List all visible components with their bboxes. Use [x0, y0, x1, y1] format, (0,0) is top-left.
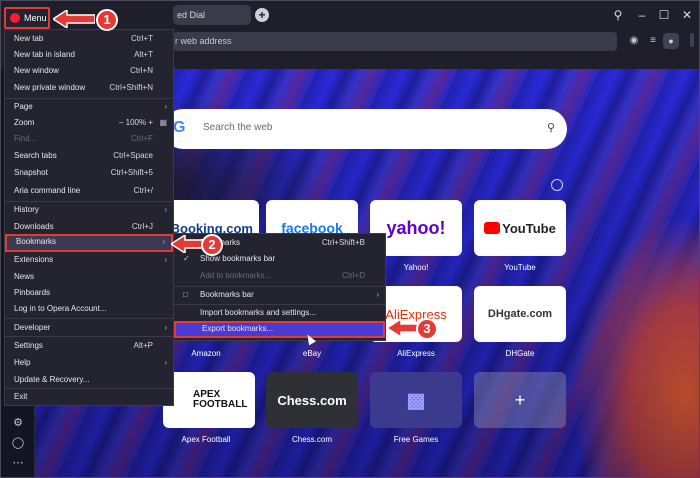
folder-icon: □ [183, 290, 188, 299]
lightbulb-icon[interactable]: ◯ [10, 435, 26, 451]
address-bar[interactable]: r web address [173, 32, 617, 51]
browser-window: ed Dial + ⚲ – ☐ ✕ r web address ◉ ≡ ● ⚙ … [0, 0, 700, 478]
search-tabs-icon[interactable]: ⚲ [610, 7, 626, 23]
maximize-icon[interactable]: ☐ [656, 7, 672, 23]
menu-separator [5, 336, 173, 337]
dhgate-logo: DHgate.com [487, 308, 553, 320]
main-menu: New tab Ctrl+T New tab in island Alt+T New… [4, 29, 174, 406]
dial-label-dhgate: DHGate [505, 349, 535, 358]
tab-speed-dial[interactable]: ed Dial [173, 5, 251, 25]
new-tab-button[interactable]: + [255, 8, 269, 22]
dial-label-ebay: eBay [302, 349, 322, 358]
dial-label-youtube: YouTube [504, 263, 536, 272]
menu-item-bookmarks[interactable]: Bookmarks › [5, 234, 173, 252]
dial-label-chess: Chess.com [291, 435, 332, 444]
add-speed-dial-button[interactable]: + [474, 372, 566, 428]
step-3-badge: 3 [416, 318, 438, 340]
menu-item-pinboards[interactable]: Pinboards [5, 285, 173, 301]
dial-label-apex-football: Apex Football [181, 435, 231, 444]
apex-football-logo: APEX FOOTBALL [193, 389, 248, 410]
menu-item-settings[interactable]: Settings Alt+P [5, 338, 173, 354]
menu-item-history[interactable]: History › [5, 202, 173, 218]
dial-label-free-games: Free Games [393, 435, 439, 444]
menu-item-exit[interactable]: Exit [5, 389, 173, 405]
menu-item-downloads[interactable]: Downloads Ctrl+J [5, 219, 173, 235]
speed-dial-dhgate[interactable]: DHgate.com [474, 286, 566, 342]
youtube-play-icon [484, 222, 501, 234]
menu-item-developer[interactable]: Developer › [5, 320, 173, 336]
plus-icon: + [514, 389, 526, 410]
speed-dial-youtube[interactable]: YouTube [474, 200, 566, 256]
opera-logo-icon [10, 13, 20, 23]
more-icon[interactable]: ⋯ [10, 455, 26, 471]
search-box[interactable]: G Search the web ⚲ [163, 109, 567, 149]
dial-label-aliexpress: AliExpress [397, 349, 435, 358]
chevron-right-icon: › [376, 290, 379, 299]
search-placeholder: Search the web [203, 122, 273, 133]
menu-item-update-recovery[interactable]: Update & Recovery... [5, 372, 173, 388]
step-2-arrow [171, 235, 203, 253]
menu-item-snapshot[interactable]: Snapshot Ctrl+Shift+5 [5, 165, 173, 181]
menu-item-page[interactable]: Page › [5, 99, 173, 115]
submenu-item-bookmarks-bar[interactable]: □ Bookmarks bar › [174, 287, 385, 303]
chevron-right-icon: › [162, 237, 165, 246]
search-icon[interactable]: ⚲ [547, 121, 555, 134]
menu-item-zoom[interactable]: Zoom – 100% + ▦ [5, 115, 173, 131]
checkmark-icon: ✓ [183, 254, 190, 263]
fullscreen-icon: ▦ [159, 118, 167, 127]
speed-dial-chess[interactable]: Chess.com [266, 372, 358, 428]
settings-gear-icon[interactable]: ⚙ [10, 415, 26, 431]
chess-logo: Chess.com [277, 392, 347, 408]
menu-item-news[interactable]: News [5, 269, 173, 285]
easy-setup-icon[interactable]: ≡ [645, 33, 661, 49]
sidebar-toggle[interactable] [690, 33, 694, 47]
menu-item-new-window[interactable]: New window Ctrl+N [5, 63, 173, 79]
profile-icon[interactable]: ● [663, 33, 679, 49]
chevron-right-icon: › [164, 358, 167, 367]
speed-dial-free-games[interactable]: ▩ [370, 372, 462, 428]
submenu-item-import[interactable]: Import bookmarks and settings... [174, 305, 385, 321]
camera-icon[interactable]: ◉ [626, 33, 642, 49]
menu-item-new-private-window[interactable]: New private window Ctrl+Shift+N [5, 80, 173, 96]
step-1-badge: 1 [96, 9, 118, 31]
step-1-arrow [53, 10, 95, 28]
minimize-icon[interactable]: – [634, 7, 650, 23]
menu-item-login[interactable]: Log in to Opera Account... [5, 301, 173, 317]
opera-menu-button[interactable]: Menu [4, 7, 50, 29]
chevron-right-icon: › [164, 255, 167, 264]
step-3-arrow [387, 319, 419, 337]
close-icon[interactable]: ✕ [679, 7, 695, 23]
menu-item-new-tab-island[interactable]: New tab in island Alt+T [5, 47, 173, 63]
menu-label: Menu [24, 13, 47, 23]
menu-separator [5, 318, 173, 319]
chevron-right-icon: › [164, 323, 167, 332]
chevron-right-icon: › [164, 102, 167, 111]
youtube-wordmark: YouTube [502, 220, 556, 236]
submenu-item-export-bookmarks[interactable]: Export bookmarks... [174, 321, 385, 338]
menu-item-search-tabs[interactable]: Search tabs Ctrl+Space [5, 148, 173, 164]
step-2-badge: 2 [201, 234, 223, 256]
customize-icon[interactable] [551, 179, 563, 191]
youtube-logo: YouTube [474, 200, 566, 256]
menu-item-help[interactable]: Help › [5, 355, 173, 371]
google-logo-icon: G [173, 119, 186, 136]
menu-item-extensions[interactable]: Extensions › [5, 252, 173, 268]
gamepad-icon: ▩ [406, 389, 426, 412]
menu-item-aria[interactable]: Aria command line Ctrl+/ [5, 183, 173, 199]
chevron-right-icon: › [164, 205, 167, 214]
menu-item-new-tab[interactable]: New tab Ctrl+T [5, 31, 173, 47]
submenu-item-add-to-bookmarks[interactable]: Add to bookmarks... Ctrl+D [174, 268, 385, 284]
speed-dial-apex-football[interactable]: APEX FOOTBALL [163, 372, 255, 428]
menu-item-find[interactable]: Find... Ctrl+F [5, 131, 173, 147]
